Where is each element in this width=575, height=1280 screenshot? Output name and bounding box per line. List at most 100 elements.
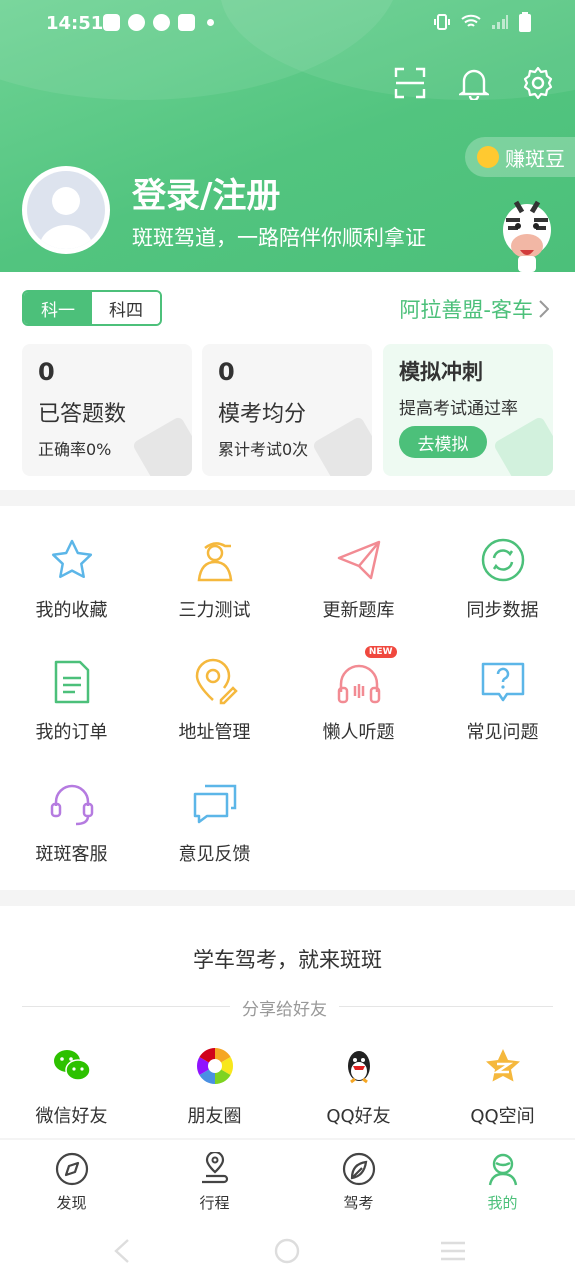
tab-subject-four[interactable]: 科四: [92, 292, 160, 324]
share-qq-button[interactable]: QQ好友: [287, 1046, 430, 1128]
start-mock-button[interactable]: 去模拟: [399, 426, 487, 458]
headphones-icon: [337, 664, 380, 704]
scan-button[interactable]: [393, 64, 427, 102]
location-icon: [195, 658, 238, 705]
status-time: 14:51: [46, 13, 104, 34]
nav-tab-driving-test[interactable]: 驾考: [287, 1152, 430, 1213]
new-badge: NEW: [364, 646, 397, 658]
chevron-right-icon: [539, 300, 549, 318]
nav-label: 我的: [487, 1194, 518, 1212]
pen-decoration-icon: [492, 415, 553, 476]
bell-icon: [459, 69, 489, 100]
mock-average-score: 0: [218, 358, 235, 386]
notification-button[interactable]: [457, 64, 491, 102]
chat-icon: [193, 784, 236, 824]
nav-tab-discover[interactable]: 发现: [0, 1152, 143, 1213]
headset-icon: [50, 784, 93, 826]
grid-item-feedback[interactable]: 意见反馈: [143, 780, 286, 866]
more-dot-icon: [207, 19, 214, 26]
mock-score-label: 模考均分: [218, 402, 307, 427]
region-label: 阿拉善盟-客车: [399, 298, 533, 322]
grid-label: 同步数据: [466, 600, 539, 621]
share-card: 学车驾考，就来斑斑 分享给好友 微信好友 朋友圈 QQ好友 QQ空间: [0, 906, 575, 1138]
mock-sprint-title: 模拟冲刺: [399, 360, 483, 384]
compass-icon: [55, 1152, 88, 1186]
study-stats-card: 科一 科四 阿拉善盟-客车 0 已答题数 正确率0% 0 模考均分 累计考试0次…: [0, 272, 575, 490]
mock-sprint-desc: 提高考试通过率: [399, 399, 518, 419]
zebra-mascot-icon: [503, 200, 551, 272]
sync-icon: [481, 538, 524, 582]
tab-subject-one[interactable]: 科一: [24, 292, 92, 324]
system-navigation-bar: [0, 1220, 575, 1280]
nav-label: 行程: [199, 1194, 230, 1212]
share-qzone-button[interactable]: QQ空间: [431, 1046, 574, 1128]
moments-icon: [196, 1048, 233, 1084]
mock-score-stat-card[interactable]: 0 模考均分 累计考试0次: [202, 344, 372, 476]
bag-icon: [103, 14, 120, 31]
subject-tabs: 科一 科四: [22, 290, 162, 326]
paper-plane-icon: [337, 540, 380, 580]
login-register-link[interactable]: 登录/注册: [132, 168, 280, 217]
grid-label: 三力测试: [178, 600, 251, 621]
nav-tab-trips[interactable]: 行程: [143, 1150, 286, 1213]
qzone-icon: [485, 1049, 520, 1082]
star-icon: [51, 539, 92, 579]
grid-label: 斑斑客服: [35, 844, 108, 865]
feature-grid: 我的收藏 三力测试 更新题库 同步数据 我的订单 地址管理 NEW 懒人听题 常…: [0, 506, 575, 890]
settings-button[interactable]: [521, 64, 555, 102]
grid-item-orders[interactable]: 我的订单: [0, 658, 143, 744]
share-label: QQ空间: [470, 1106, 535, 1127]
grid-item-three-ability-test[interactable]: 三力测试: [143, 536, 286, 622]
grid-item-faq[interactable]: 常见问题: [431, 658, 574, 744]
profile-header: 14:51 赚斑豆 登录/注册 斑斑驾道，一路陪伴你顺利拿证: [0, 0, 575, 272]
accuracy-text: 正确率0%: [38, 440, 112, 459]
menu-icon[interactable]: [439, 1240, 467, 1262]
share-title: 学车驾考，就来斑斑: [193, 948, 382, 972]
grid-item-customer-service[interactable]: 斑斑客服: [0, 780, 143, 866]
route-icon: [201, 1150, 228, 1184]
share-label: 朋友圈: [187, 1106, 242, 1127]
question-icon: [481, 662, 524, 702]
nav-tab-mine[interactable]: 我的: [431, 1152, 574, 1213]
default-avatar-icon: [39, 187, 93, 249]
avatar[interactable]: [22, 166, 110, 254]
vibrate-icon: [434, 14, 450, 30]
person-cap-icon: [197, 542, 232, 582]
share-subtitle: 分享给好友: [230, 995, 339, 1020]
grid-label: 常见问题: [466, 722, 539, 743]
grid-item-favorites[interactable]: 我的收藏: [0, 536, 143, 622]
home-icon[interactable]: [274, 1238, 300, 1264]
wifi-icon: [461, 14, 481, 27]
grid-label: 意见反馈: [178, 844, 251, 865]
grid-item-sync-data[interactable]: 同步数据: [431, 536, 574, 622]
share-label: 微信好友: [35, 1106, 108, 1127]
pencil-decoration-icon: [131, 415, 192, 476]
grid-item-update-questions[interactable]: 更新题库: [287, 536, 430, 622]
share-moments-button[interactable]: 朋友圈: [143, 1046, 286, 1128]
grid-item-address-management[interactable]: 地址管理: [143, 658, 286, 744]
answered-count: 0: [38, 358, 55, 386]
grid-label: 懒人听题: [322, 722, 395, 743]
gauge-icon: [128, 14, 145, 31]
grid-label: 我的收藏: [35, 600, 108, 621]
system-status-icons: [433, 12, 531, 32]
header-actions: [393, 64, 555, 102]
back-icon[interactable]: [112, 1238, 132, 1264]
grid-label: 更新题库: [322, 600, 395, 621]
gauge-icon: [153, 14, 170, 31]
exam-count-text: 累计考试0次: [218, 440, 309, 459]
answered-stat-card[interactable]: 0 已答题数 正确率0%: [22, 344, 192, 476]
slogan-text: 斑斑驾道，一路陪伴你顺利拿证: [132, 226, 426, 250]
grid-item-lazy-listening[interactable]: NEW 懒人听题: [287, 646, 430, 744]
bean-icon: [477, 146, 499, 168]
share-wechat-button[interactable]: 微信好友: [0, 1046, 143, 1128]
mock-sprint-card[interactable]: 模拟冲刺 提高考试通过率 去模拟: [383, 344, 553, 476]
earn-beans-button[interactable]: 赚斑豆: [465, 137, 575, 177]
bottom-navigation: 发现 行程 驾考 我的: [0, 1140, 575, 1220]
region-selector[interactable]: 阿拉善盟-客车: [399, 294, 549, 324]
grid-label: 我的订单: [35, 722, 108, 743]
nav-label: 发现: [56, 1194, 87, 1212]
profile-icon: [488, 1153, 517, 1186]
share-label: QQ好友: [326, 1106, 391, 1127]
qq-icon: [347, 1051, 370, 1084]
